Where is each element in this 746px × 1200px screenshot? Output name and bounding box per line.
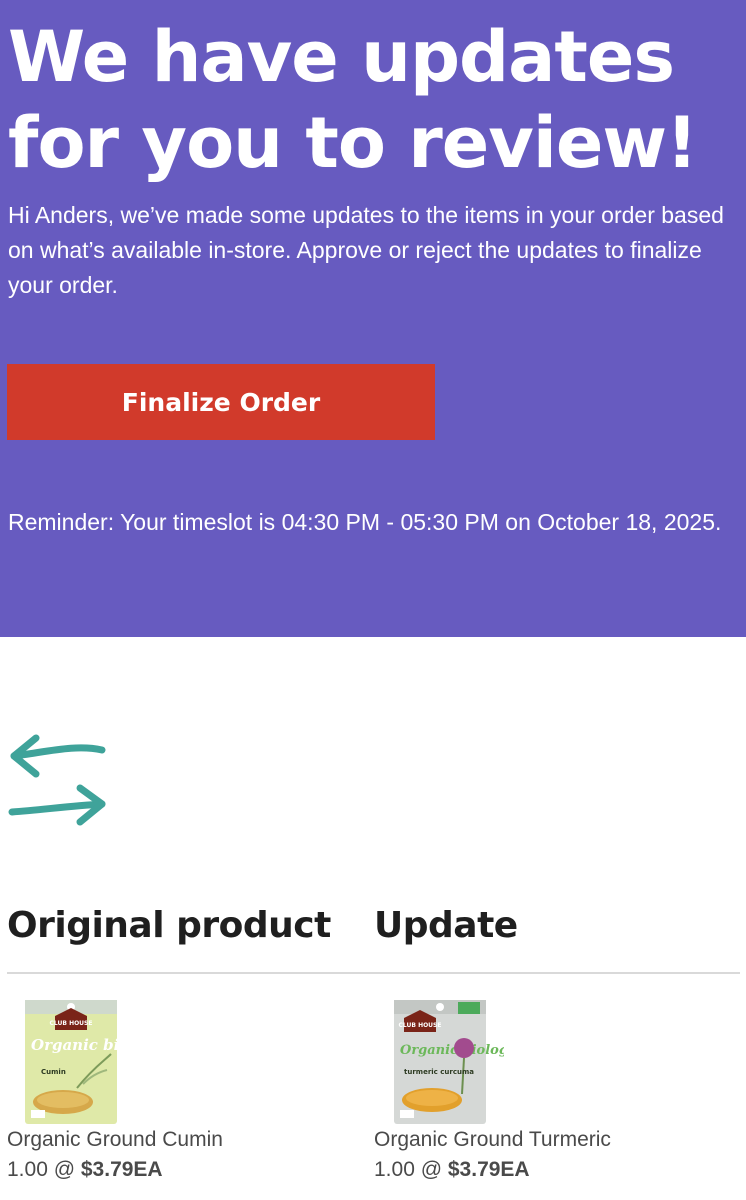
svg-text:turmeric curcuma: turmeric curcuma [404, 1068, 474, 1076]
svg-text:Organic biologique: Organic biologique [400, 1043, 504, 1058]
original-product-quantity: 1.00 @ [7, 1158, 76, 1181]
original-product-card: CLUB HOUSE Organic biologique Cumin Orga… [7, 998, 347, 1181]
updated-product-unit-price: $3.79EA [447, 1158, 530, 1181]
updated-product-price: 1.00 @ $3.79EA [374, 1158, 530, 1182]
svg-text:CLUB HOUSE: CLUB HOUSE [50, 1020, 93, 1027]
original-product-name: Organic Ground Cumin [7, 1128, 223, 1151]
hero-banner: We have updates for you to review! Hi An… [0, 0, 746, 637]
finalize-order-button[interactable]: Finalize Order [7, 364, 435, 440]
original-product-heading: Original product [7, 905, 331, 946]
page-title: We have updates for you to review! [8, 16, 698, 184]
original-product-price: 1.00 @ $3.79EA [7, 1158, 163, 1182]
svg-text:CLUB HOUSE: CLUB HOUSE [399, 1022, 442, 1029]
turmeric-product-image: CLUB HOUSE Organic biologique turmeric c… [394, 1000, 540, 1124]
updated-product-name: Organic Ground Turmeric [374, 1128, 611, 1151]
updated-product-card: CLUB HOUSE Organic biologique turmeric c… [374, 998, 714, 1181]
updated-product-quantity: 1.00 @ [374, 1158, 443, 1181]
cumin-product-image: CLUB HOUSE Organic biologique Cumin [25, 1000, 192, 1124]
intro-message: Hi Anders, we’ve made some updates to th… [8, 202, 724, 298]
svg-text:Cumin: Cumin [41, 1068, 66, 1076]
swap-arrows-icon [8, 734, 106, 826]
timeslot-reminder: Reminder: Your timeslot is 04:30 PM - 05… [8, 509, 722, 535]
svg-text:Organic biologique: Organic biologique [31, 1036, 137, 1054]
original-product-unit-price: $3.79EA [80, 1158, 163, 1181]
update-heading: Update [374, 905, 518, 946]
divider [7, 972, 740, 974]
